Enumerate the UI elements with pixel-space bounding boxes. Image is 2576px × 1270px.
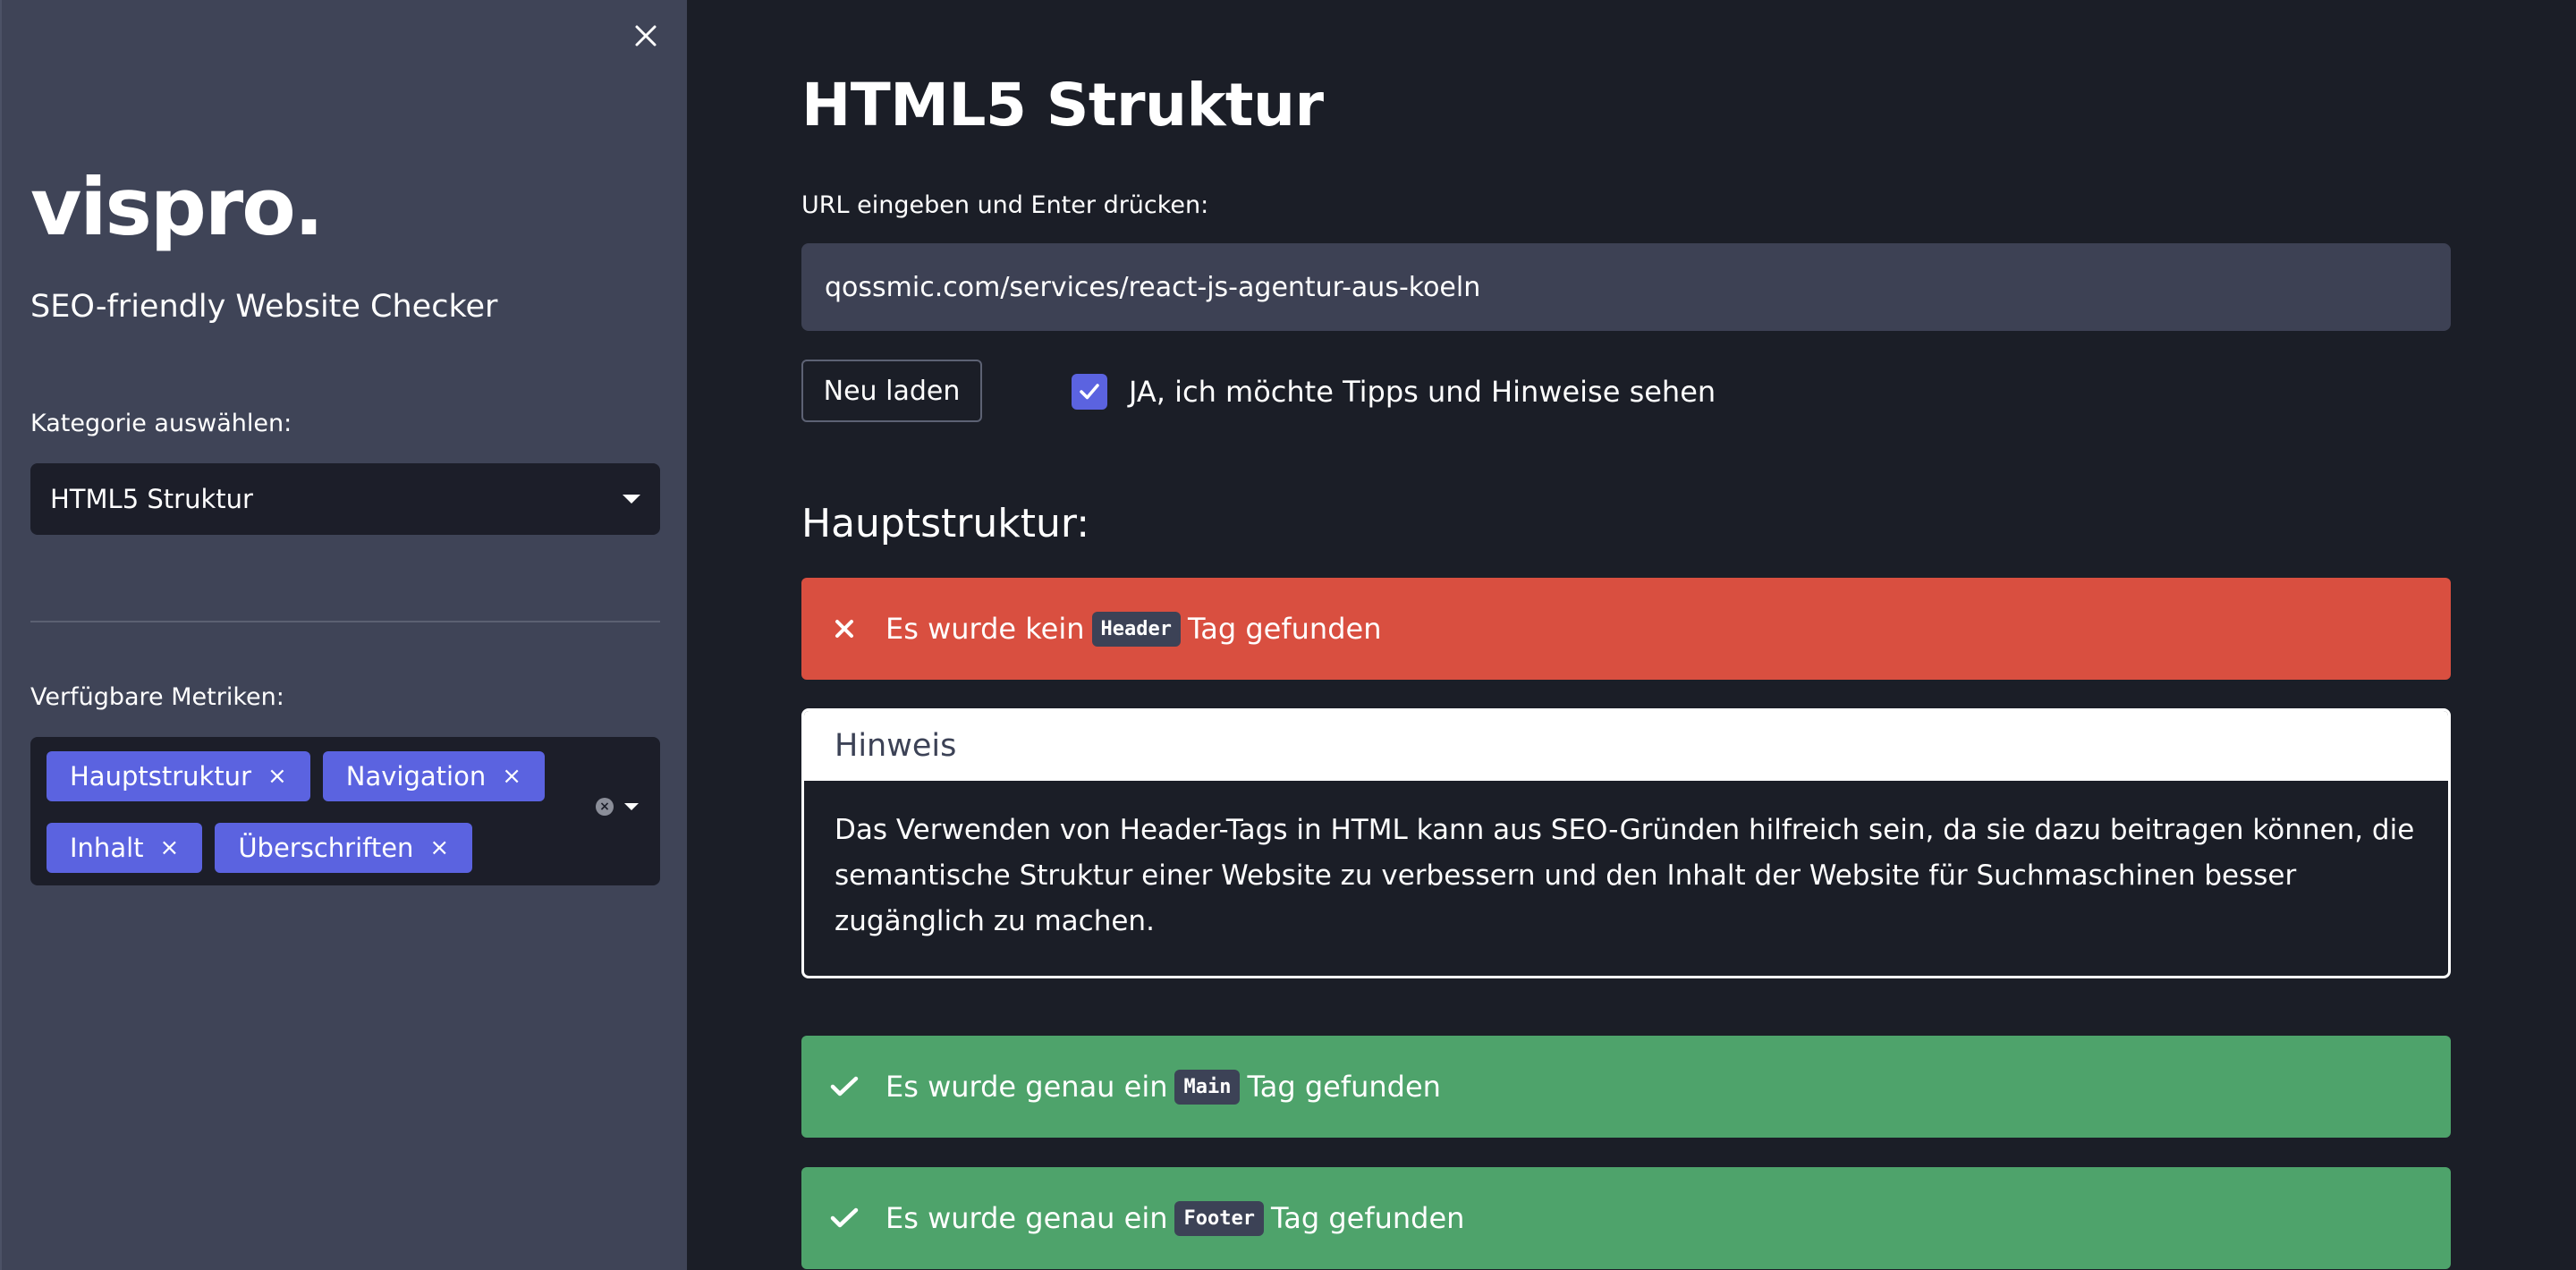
tips-checkbox-label: JA, ich möchte Tipps und Hinweise sehen [1129,375,1716,409]
app: vispro. SEO-friendly Website Checker Kat… [0,0,2576,1270]
brand-tagline: SEO-friendly Website Checker [30,289,498,325]
alert-text-post: Tag gefunden [1270,1201,1465,1235]
alert-main-found: Es wurde genau ein Main Tag gefunden [801,1036,2451,1138]
check-icon [830,1204,859,1232]
chip-remove-icon[interactable]: × [429,836,449,859]
chip-remove-icon[interactable]: × [267,765,287,788]
reload-button[interactable]: Neu laden [801,360,982,422]
tips-checkbox[interactable] [1072,374,1107,410]
alert-message: Es wurde kein Header Tag gefunden [886,611,1382,647]
metric-chip-hauptstruktur[interactable]: Hauptstruktur × [47,751,310,801]
chip-label: Überschriften [238,833,414,863]
alert-text-pre: Es wurde genau ein [886,1201,1168,1235]
tag-code: Header [1091,611,1182,647]
close-icon [635,25,657,47]
alert-text-post: Tag gefunden [1247,1070,1441,1104]
page-title: HTML5 Struktur [801,71,1324,140]
metrics-chips: Hauptstruktur × Navigation × Inhalt × Üb… [47,751,547,873]
main-content: HTML5 Struktur URL eingeben und Enter dr… [687,0,2576,1270]
tag-code: Footer [1174,1200,1264,1236]
chip-label: Inhalt [70,833,144,863]
alert-text-pre: Es wurde kein [886,612,1085,646]
chevron-down-icon[interactable] [624,803,639,810]
alert-footer-found: Es wurde genau ein Footer Tag gefunden [801,1167,2451,1269]
category-select[interactable]: HTML5 Struktur [30,463,660,535]
category-label: Kategorie auswählen: [30,410,292,437]
tips-checkbox-toggle[interactable]: JA, ich möchte Tipps und Hinweise sehen [1072,374,1716,410]
chip-remove-icon[interactable]: × [502,765,521,788]
alert-message: Es wurde genau ein Main Tag gefunden [886,1069,1441,1105]
hint-title: Hinweis [804,711,2448,781]
alert-message: Es wurde genau ein Footer Tag gefunden [886,1200,1465,1236]
chip-label: Navigation [345,761,487,792]
x-icon [830,614,859,643]
alert-text-post: Tag gefunden [1188,612,1382,646]
metrics-multiselect[interactable]: Hauptstruktur × Navigation × Inhalt × Üb… [30,737,660,885]
url-input[interactable] [801,243,2451,331]
hint-text: Das Verwenden von Header-Tags in HTML ka… [835,814,2415,937]
brand-logo: vispro. [30,161,324,253]
metric-chip-navigation[interactable]: Navigation × [322,751,546,801]
chip-remove-icon[interactable]: × [160,836,180,859]
alert-header-missing: Es wurde kein Header Tag gefunden [801,578,2451,680]
metric-chip-ueberschriften[interactable]: Überschriften × [215,823,473,873]
metrics-label: Verfügbare Metriken: [30,683,284,711]
chevron-down-icon [623,495,640,504]
close-sidebar-button[interactable] [628,18,664,54]
section-title: Hauptstruktur: [801,501,1090,546]
multiselect-controls: × [596,798,639,816]
check-icon [1080,384,1099,400]
check-icon [830,1072,859,1101]
metric-chip-inhalt[interactable]: Inhalt × [47,823,203,873]
url-label: URL eingeben und Enter drücken: [801,191,1209,219]
category-select-value: HTML5 Struktur [50,484,253,514]
clear-all-icon[interactable]: × [596,798,614,816]
chip-label: Hauptstruktur [70,761,251,792]
hint-card: Hinweis Das Verwenden von Header-Tags in… [801,708,2451,978]
sidebar: vispro. SEO-friendly Website Checker Kat… [0,0,687,1270]
tag-code: Main [1174,1069,1241,1105]
sidebar-divider [30,621,660,622]
alert-text-pre: Es wurde genau ein [886,1070,1168,1104]
